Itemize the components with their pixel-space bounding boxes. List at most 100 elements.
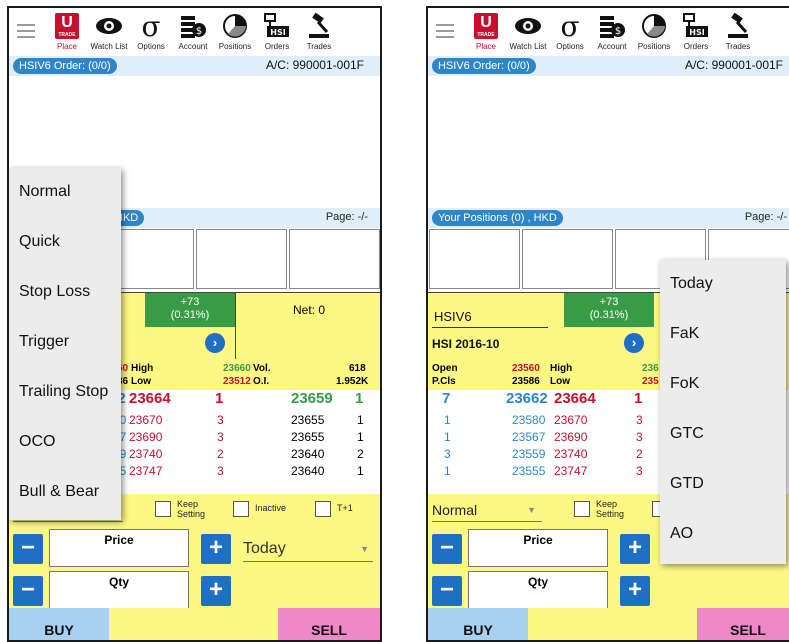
- price-minus-button[interactable]: −: [13, 534, 43, 564]
- toolbar-place[interactable]: U TRADE Place: [464, 10, 508, 54]
- toolbar-positions[interactable]: Positions: [632, 10, 676, 54]
- open-value: 23560: [512, 363, 540, 374]
- qty-minus-button[interactable]: −: [13, 576, 43, 606]
- toolbar-options[interactable]: σ Options: [548, 10, 592, 54]
- oi-label: O.I.: [253, 376, 270, 387]
- toolbar-label: Account: [597, 42, 627, 51]
- toolbar-account[interactable]: $ Account: [590, 10, 634, 54]
- toolbar-label: Trades: [725, 42, 751, 51]
- keep-setting-checkbox[interactable]: [574, 501, 590, 517]
- buy-button[interactable]: BUY: [9, 608, 109, 640]
- menu-item-stop-loss[interactable]: Stop Loss: [9, 268, 121, 318]
- price-plus-button[interactable]: +: [620, 534, 650, 564]
- vol-label: Vol.: [253, 363, 271, 374]
- toolbar-label: Options: [137, 42, 165, 51]
- coins-icon: $: [171, 10, 215, 42]
- price-plus-button[interactable]: +: [201, 534, 231, 564]
- go-arrow-icon[interactable]: ›: [624, 333, 644, 353]
- toolbar-label: Watch List: [90, 42, 128, 51]
- menu-item-gtd[interactable]: GTD: [660, 460, 786, 510]
- vol-value: 618: [349, 363, 366, 374]
- pie-chart-icon: [213, 10, 257, 42]
- toolbar-trades[interactable]: Trades: [716, 10, 760, 54]
- menu-item-normal[interactable]: Normal: [9, 168, 121, 218]
- menu-item-bull-bear[interactable]: Bull & Bear: [9, 468, 121, 518]
- menu-item-trigger[interactable]: Trigger: [9, 318, 121, 368]
- menu-item-today[interactable]: Today: [660, 260, 786, 310]
- toolbar-orders[interactable]: HSI Orders: [674, 10, 718, 54]
- toolbar-options[interactable]: σ Options: [129, 10, 173, 54]
- phone-screen-order-type-menu: U TRADE Place Watch List σ Options $ Acco…: [7, 6, 382, 642]
- symbol-name: HSIV6: [434, 309, 472, 324]
- hamburger-menu-icon[interactable]: [436, 24, 454, 38]
- order-count-badge[interactable]: HSIV6 Order: (0/0): [13, 58, 117, 74]
- sell-button[interactable]: SELL: [697, 608, 789, 640]
- keep-setting-label: Keep Setting: [177, 499, 206, 519]
- menu-item-trailing-stop[interactable]: Trailing Stop: [9, 368, 121, 418]
- svg-text:$: $: [615, 26, 621, 37]
- order-header-bar: HSIV6 Order: (0/0) A/C: 990001-001F: [428, 56, 789, 76]
- toolbar-watch-list[interactable]: Watch List: [87, 10, 131, 54]
- svg-text:$: $: [196, 26, 202, 37]
- positions-badge[interactable]: Your Positions (0) , HKD: [432, 210, 563, 226]
- toolbar-place[interactable]: U TRADE Place: [45, 10, 89, 54]
- page-indicator: Page: -/-: [325, 211, 368, 223]
- orders-icon: HSI: [674, 10, 718, 42]
- price-row: − Price + Today ▼: [9, 526, 380, 568]
- buy-button[interactable]: BUY: [428, 608, 528, 640]
- order-count-badge[interactable]: HSIV6 Order: (0/0): [432, 58, 536, 74]
- position-cell[interactable]: [289, 229, 380, 289]
- position-cell[interactable]: [196, 229, 287, 289]
- menu-item-gtc[interactable]: GTC: [660, 410, 786, 460]
- price-input[interactable]: Price: [49, 529, 189, 567]
- menu-item-quick[interactable]: Quick: [9, 218, 121, 268]
- position-cell[interactable]: [429, 229, 520, 289]
- toolbar-label: Place: [475, 42, 496, 51]
- menu-item-fak[interactable]: FaK: [660, 310, 786, 360]
- toolbar-label: Orders: [683, 42, 709, 51]
- menu-item-ao[interactable]: AO: [660, 510, 786, 560]
- eye-icon: [506, 10, 550, 42]
- action-row: BUY SELL: [9, 608, 380, 640]
- qty-minus-button[interactable]: −: [432, 576, 462, 606]
- order-type-dropdown[interactable]: Normal ▼: [432, 498, 542, 522]
- qty-plus-button[interactable]: +: [620, 576, 650, 606]
- high-value-fragment: 236: [642, 363, 659, 374]
- gavel-icon: [716, 10, 760, 42]
- qty-row: − Qty +: [9, 568, 380, 610]
- pie-chart-icon: [632, 10, 676, 42]
- toolbar-orders[interactable]: HSI Orders: [255, 10, 299, 54]
- qty-input[interactable]: Qty: [49, 571, 189, 609]
- pcls-label: P.Cls: [432, 376, 456, 387]
- keep-setting-checkbox[interactable]: [155, 501, 171, 517]
- price-input[interactable]: Price: [468, 529, 608, 567]
- low-label: Low: [131, 376, 151, 387]
- t1-checkbox[interactable]: [315, 501, 331, 517]
- price-minus-button[interactable]: −: [432, 534, 462, 564]
- validity-dropdown[interactable]: Today ▼: [243, 540, 373, 562]
- menu-item-oco[interactable]: OCO: [9, 418, 121, 468]
- symbol-underline: [432, 327, 548, 328]
- top-toolbar: U TRADE Place Watch List σ Options $ Acco…: [428, 8, 789, 56]
- low-label: Low: [550, 376, 570, 387]
- qty-input[interactable]: Qty: [468, 571, 608, 609]
- net-position: Net: 0: [235, 293, 380, 359]
- toolbar-trades[interactable]: Trades: [297, 10, 341, 54]
- toolbar-label: Orders: [264, 42, 290, 51]
- account-number: A/C: 990001-001F: [265, 58, 364, 72]
- position-cell[interactable]: [522, 229, 613, 289]
- qty-plus-button[interactable]: +: [201, 576, 231, 606]
- hamburger-menu-icon[interactable]: [17, 24, 35, 38]
- menu-item-fok[interactable]: FoK: [660, 360, 786, 410]
- change-box: +73 (0.31%): [145, 293, 235, 327]
- toolbar-watch-list[interactable]: Watch List: [506, 10, 550, 54]
- orders-icon: HSI: [255, 10, 299, 42]
- go-arrow-icon[interactable]: ›: [205, 333, 225, 353]
- toolbar-account[interactable]: $ Account: [171, 10, 215, 54]
- sell-button[interactable]: SELL: [278, 608, 380, 640]
- inactive-checkbox[interactable]: [233, 501, 249, 517]
- eye-icon: [87, 10, 131, 42]
- low-value-fragment: 235: [642, 376, 659, 387]
- gavel-icon: [297, 10, 341, 42]
- toolbar-positions[interactable]: Positions: [213, 10, 257, 54]
